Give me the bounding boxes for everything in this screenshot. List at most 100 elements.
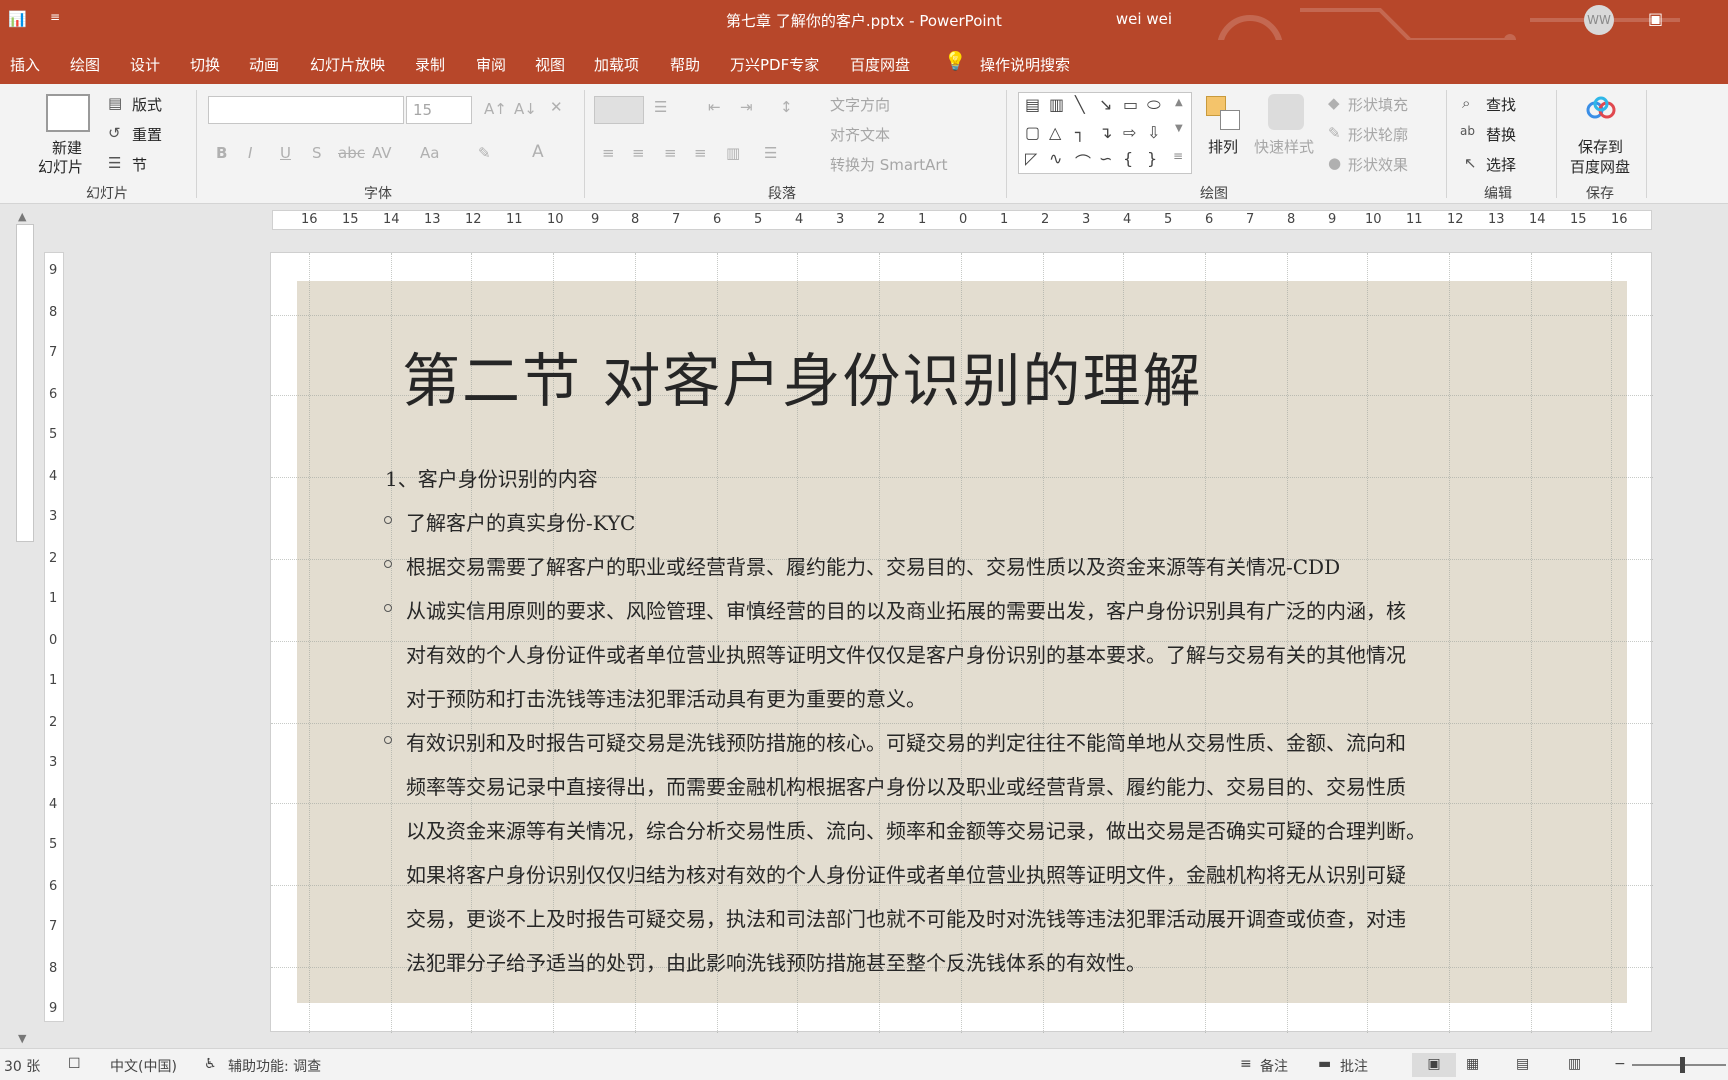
font-color-icon[interactable]: A [532, 142, 544, 162]
user-name[interactable]: wei wei [1062, 10, 1172, 28]
line-shape-icon[interactable]: ╲ [1075, 95, 1085, 114]
shapes-gallery[interactable]: ▤ ▥ ╲ ↘ ▭ ⬭ ▢ △ ┐ ↴ ⇨ ⇩ ◸ ∿ ⌒ ∽ { } ▲ ▼ … [1018, 92, 1192, 174]
arrange-icon[interactable] [1206, 96, 1242, 130]
tab-design[interactable]: 设计 [130, 54, 160, 75]
tab-baidu-netdisk[interactable]: 百度网盘 [850, 54, 910, 75]
change-case-icon[interactable]: Aa [420, 144, 439, 162]
shadow-icon[interactable]: S [312, 144, 322, 162]
zoom-out-icon[interactable]: − [1614, 1056, 1626, 1072]
scroll-down-icon[interactable]: ▼ [18, 1032, 26, 1045]
justify-icon[interactable]: ≡ [694, 144, 707, 162]
gallery-more-icon[interactable]: ≡ [1173, 149, 1183, 163]
shape-outline-button[interactable]: 形状轮廓 [1348, 124, 1408, 145]
char-spacing-icon[interactable]: AV [372, 144, 392, 162]
body-line[interactable]: 从诚实信用原则的要求、风险管理、审慎经营的目的以及商业拓展的需要出发，客户身份识… [406, 595, 1406, 624]
bullets-button[interactable] [594, 96, 644, 124]
freeform-icon[interactable]: ◸ [1025, 149, 1037, 168]
tab-animations[interactable]: 动画 [249, 54, 279, 75]
horizontal-ruler[interactable]: 16 15 14 13 12 11 10 9 8 7 6 5 4 3 2 1 0… [272, 210, 1652, 230]
baidu-netdisk-icon[interactable] [1586, 96, 1616, 120]
right-arrow-icon[interactable]: ⇨ [1123, 123, 1136, 142]
triangle-icon[interactable]: △ [1049, 123, 1061, 142]
slide-pane-scrollbar[interactable]: ▲ ▼ [14, 210, 36, 1046]
align-center-icon[interactable]: ≡ [632, 144, 645, 162]
notes-check-icon[interactable]: ☐ [68, 1056, 81, 1072]
zoom-slider[interactable] [1632, 1064, 1726, 1066]
reset-button[interactable]: 重置 [132, 124, 162, 145]
align-right-icon[interactable]: ≡ [664, 144, 677, 162]
numbering-icon[interactable]: ☰ [654, 98, 667, 116]
decrease-indent-icon[interactable]: ⇤ [708, 98, 721, 116]
body-line[interactable]: 交易，更谈不上及时报告可疑交易，执法和司法部门也就不可能及时对洗钱等违法犯罪活动… [406, 903, 1406, 932]
right-brace-icon[interactable]: } [1147, 149, 1157, 168]
quick-styles-icon[interactable] [1268, 94, 1304, 130]
highlight-icon[interactable]: ✎ [478, 144, 491, 162]
vertical-textbox-icon[interactable]: ▥ [1049, 95, 1064, 114]
ribbon-display-options-icon[interactable]: ▣ [1648, 9, 1663, 28]
elbow-arrow-icon[interactable]: ↴ [1099, 123, 1112, 142]
language-indicator[interactable]: 中文(中国) [110, 1056, 177, 1076]
font-name-box[interactable] [208, 96, 404, 124]
bold-icon[interactable]: B [216, 144, 227, 162]
user-avatar[interactable]: WW [1584, 5, 1614, 35]
new-slide-label-2[interactable]: 幻灯片 [38, 156, 83, 177]
slide-count[interactable]: 30 张 [4, 1056, 40, 1076]
arc-icon[interactable]: ⌒ [1075, 149, 1091, 173]
rounded-rect-icon[interactable]: ▢ [1025, 123, 1040, 142]
rectangle-shape-icon[interactable]: ▭ [1123, 95, 1138, 114]
body-line[interactable]: 对有效的个人身份证件或者单位营业执照等证明文件仅仅是客户身份识别的基本要求。了解… [406, 639, 1406, 668]
notes-button[interactable]: 备注 [1260, 1056, 1288, 1076]
save-to-label-1[interactable]: 保存到 [1578, 136, 1623, 157]
replace-button[interactable]: 替换 [1486, 124, 1516, 145]
accessibility-status[interactable]: 辅助功能: 调查 [228, 1056, 321, 1076]
align-left-icon[interactable]: ≡ [602, 144, 615, 162]
convert-smartart-button[interactable]: 转换为 SmartArt [830, 154, 947, 175]
underline-icon[interactable]: U [280, 144, 291, 162]
tab-help[interactable]: 帮助 [670, 54, 700, 75]
body-line[interactable]: 如果将客户身份识别仅仅归结为核对有效的个人身份证件或者单位营业执照等证明文件，金… [406, 859, 1406, 888]
columns-icon[interactable]: ▥ [726, 144, 740, 162]
textbox-shape-icon[interactable]: ▤ [1025, 95, 1040, 114]
increase-font-icon[interactable]: A↑ [484, 100, 507, 118]
align-text-button[interactable]: 对齐文本 [830, 124, 890, 145]
oval-shape-icon[interactable]: ⬭ [1147, 95, 1161, 115]
text-direction-button[interactable]: 文字方向 [830, 94, 890, 115]
curve-icon[interactable]: ∽ [1099, 149, 1112, 168]
line-spacing-icon[interactable]: ↕ [780, 98, 793, 116]
scribble-icon[interactable]: ∿ [1049, 149, 1062, 168]
increase-indent-icon[interactable]: ⇥ [740, 98, 753, 116]
new-slide-icon[interactable] [46, 94, 90, 132]
section-heading[interactable]: 1、客户身份识别的内容 [385, 463, 598, 492]
down-arrow-icon[interactable]: ⇩ [1147, 123, 1160, 142]
distribute-icon[interactable]: ☰ [764, 144, 777, 162]
arrange-button[interactable]: 排列 [1208, 136, 1238, 157]
section-button[interactable]: 节 [132, 154, 147, 175]
tab-draw[interactable]: 绘图 [70, 54, 100, 75]
body-line[interactable]: 了解客户的真实身份-KYC [406, 507, 635, 536]
italic-icon[interactable]: I [248, 144, 252, 162]
find-button[interactable]: 查找 [1486, 94, 1516, 115]
tab-record[interactable]: 录制 [415, 54, 445, 75]
tab-insert[interactable]: 插入 [10, 54, 40, 75]
decrease-font-icon[interactable]: A↓ [514, 100, 537, 118]
save-to-label-2[interactable]: 百度网盘 [1570, 156, 1630, 177]
reading-view-icon[interactable]: ▤ [1516, 1056, 1529, 1072]
body-line[interactable]: 法犯罪分子给予适当的处罚，由此影响洗钱预防措施甚至整个反洗钱体系的有效性。 [406, 947, 1146, 976]
font-size-box[interactable]: 15 [406, 96, 472, 124]
select-button[interactable]: 选择 [1486, 154, 1516, 175]
slide-title[interactable]: 第二节 对客户身份识别的理解 [402, 334, 1202, 418]
scroll-up-icon[interactable]: ▲ [18, 210, 26, 223]
tab-view[interactable]: 视图 [535, 54, 565, 75]
body-line[interactable]: 根据交易需要了解客户的职业或经营背景、履约能力、交易目的、交易性质以及资金来源等… [406, 551, 1340, 580]
new-slide-label-1[interactable]: 新建 [52, 137, 82, 158]
layout-button[interactable]: 版式 [132, 94, 162, 115]
tab-transitions[interactable]: 切换 [190, 54, 220, 75]
zoom-slider-thumb[interactable] [1680, 1057, 1685, 1073]
body-line[interactable]: 对于预防和打击洗钱等违法犯罪活动具有更为重要的意义。 [406, 683, 926, 712]
tell-me-search[interactable]: 操作说明搜索 [980, 54, 1070, 75]
scroll-thumb[interactable] [16, 224, 34, 542]
clear-format-icon[interactable]: ✕ [550, 98, 563, 116]
body-line[interactable]: 有效识别和及时报告可疑交易是洗钱预防措施的核心。可疑交易的判定往往不能简单地从交… [406, 727, 1406, 756]
slide-sorter-icon[interactable]: ▦ [1466, 1056, 1479, 1072]
quick-styles-button[interactable]: 快速样式 [1254, 136, 1314, 157]
